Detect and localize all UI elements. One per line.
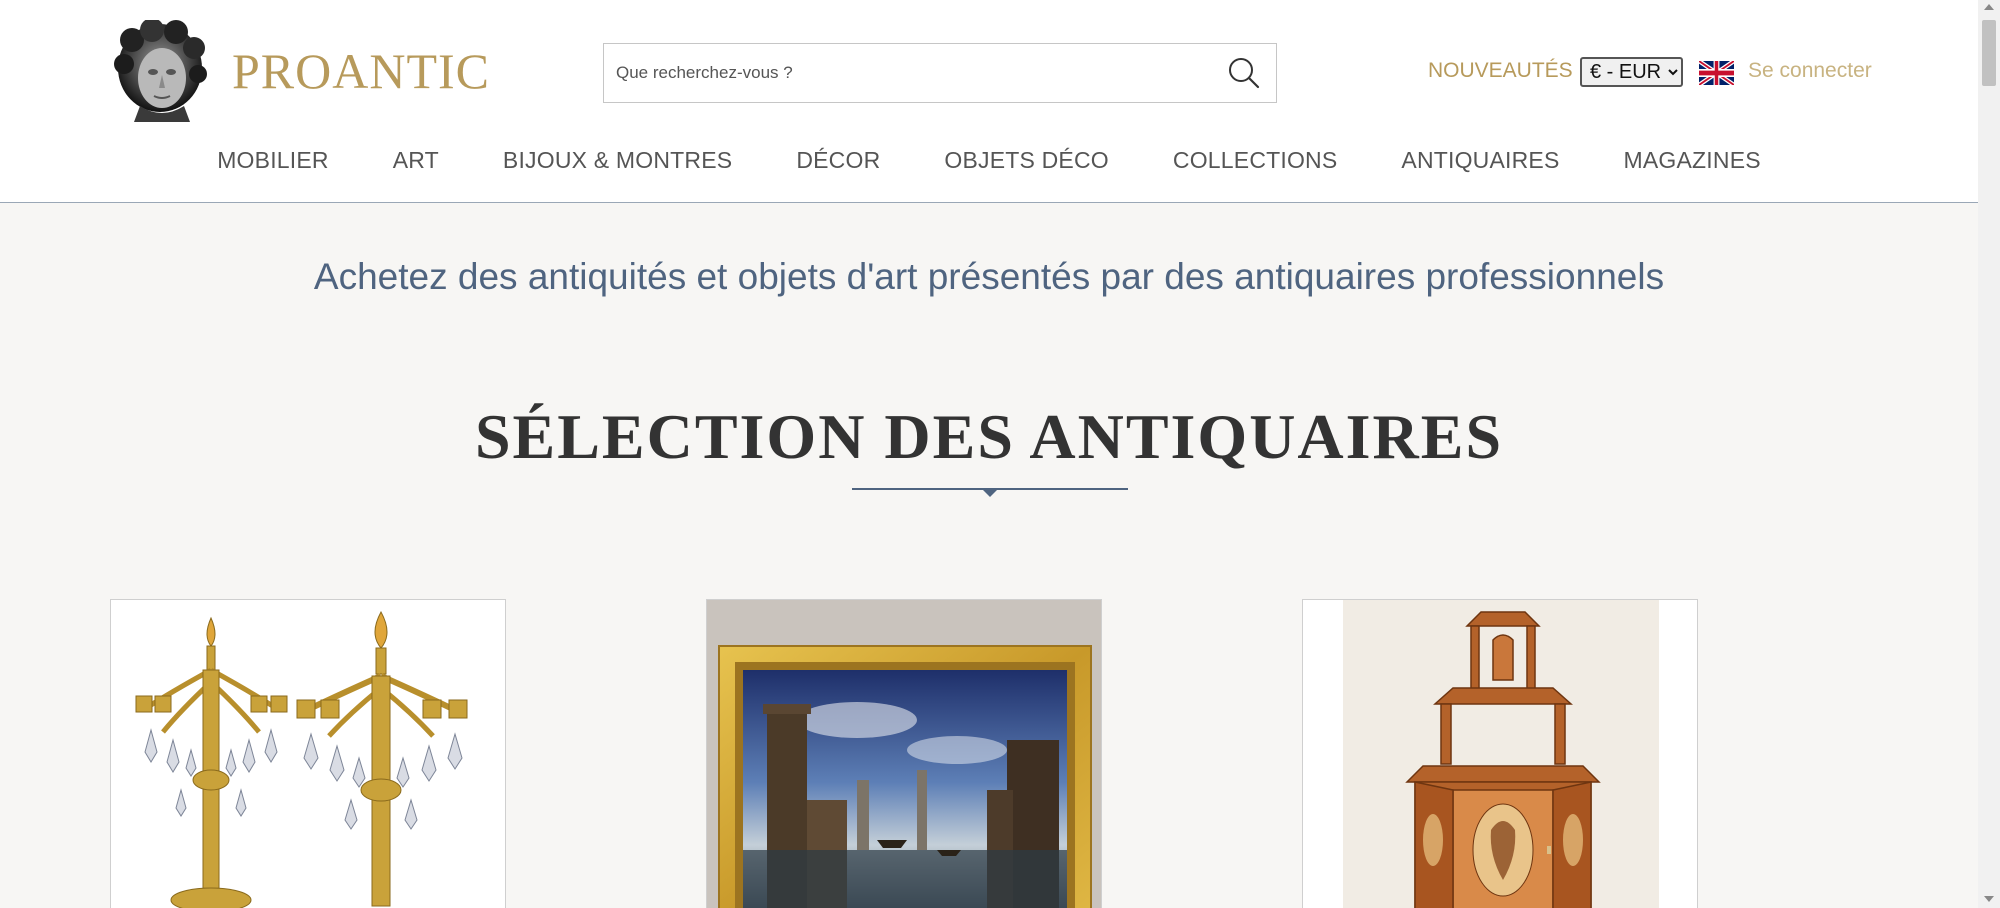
section-title: SÉLECTION DES ANTIQUAIRES xyxy=(474,401,1504,472)
nav-item-mobilier[interactable]: MOBILIER xyxy=(217,147,329,174)
nav-item-art[interactable]: ART xyxy=(393,147,439,174)
title-divider-ornament xyxy=(983,490,997,497)
product-image-corner-cabinet xyxy=(1303,600,1697,908)
uk-flag-icon[interactable] xyxy=(1699,61,1734,85)
site-logo[interactable]: PROANTIC xyxy=(110,20,490,122)
search-bar xyxy=(603,43,1277,103)
login-link[interactable]: Se connecter xyxy=(1748,59,1872,83)
scrollbar-thumb[interactable] xyxy=(1982,20,1996,86)
logo-head-icon xyxy=(114,20,207,122)
search-button[interactable] xyxy=(1212,44,1276,102)
currency-select[interactable]: € - EUR xyxy=(1580,57,1683,87)
search-input[interactable] xyxy=(604,44,1212,102)
nav-item-magazines[interactable]: MAGAZINES xyxy=(1624,147,1761,174)
main-nav: MOBILIER ART BIJOUX & MONTRES DÉCOR OBJE… xyxy=(0,147,1978,174)
product-card[interactable] xyxy=(706,599,1102,908)
search-icon xyxy=(1229,58,1260,89)
scroll-up-icon[interactable] xyxy=(1984,4,1994,10)
page-tagline: Achetez des antiquités et objets d'art p… xyxy=(313,256,1665,297)
product-card[interactable] xyxy=(110,599,506,908)
logo-text: PROANTIC xyxy=(232,43,491,99)
site-header: PROANTIC NOUVEAUTÉS € - EUR Se connecter… xyxy=(0,0,1978,203)
nav-item-collections[interactable]: COLLECTIONS xyxy=(1173,147,1338,174)
product-image-painting xyxy=(707,600,1101,908)
nav-item-bijoux-montres[interactable]: BIJOUX & MONTRES xyxy=(503,147,732,174)
nav-item-objets-deco[interactable]: OBJETS DÉCO xyxy=(944,147,1109,174)
new-arrivals-link[interactable]: NOUVEAUTÉS xyxy=(1428,59,1573,83)
nav-item-antiquaires[interactable]: ANTIQUAIRES xyxy=(1401,147,1559,174)
product-image-candelabra xyxy=(111,600,505,908)
product-card[interactable] xyxy=(1302,599,1698,908)
scroll-down-icon[interactable] xyxy=(1984,896,1994,902)
vertical-scrollbar[interactable] xyxy=(1978,0,2000,908)
nav-item-decor[interactable]: DÉCOR xyxy=(796,147,880,174)
